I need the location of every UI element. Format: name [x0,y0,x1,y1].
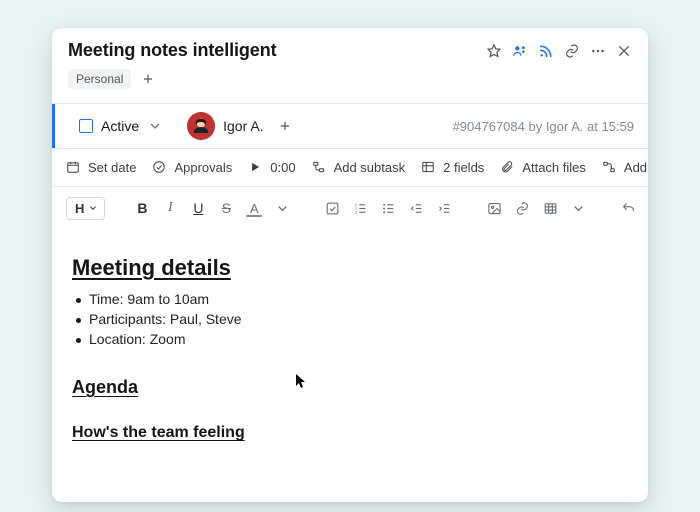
strike-button[interactable]: S [213,195,239,221]
play-icon [248,160,264,176]
fields-icon [421,160,437,176]
approvals-button[interactable]: Approvals [152,160,232,176]
people-icon[interactable] [512,43,528,59]
status-selector[interactable]: Active [69,113,173,139]
more-icon[interactable] [590,43,606,59]
approvals-label: Approvals [174,160,232,175]
redo-button[interactable] [643,195,648,221]
doc-heading-2[interactable]: Agenda [72,377,628,398]
checklist-button[interactable] [319,195,345,221]
attach-label: Attach files [522,160,586,175]
set-date-label: Set date [88,160,136,175]
approvals-icon [152,160,168,176]
task-meta: #904767084 by Igor A. at 15:59 [453,119,634,134]
add-subtask-button[interactable]: Add subtask [312,160,406,176]
assignee-name[interactable]: Igor A. [223,118,263,134]
status-checkbox[interactable] [79,119,93,133]
undo-button[interactable] [615,195,641,221]
assignee-avatar[interactable] [187,112,215,140]
doc-heading-3[interactable]: How's the team feeling [72,424,628,442]
add-dependency-button[interactable]: Add dependency [602,160,648,176]
ordered-list-button[interactable]: 123 [347,195,373,221]
list-group: 123 [319,195,457,221]
list-item: Time: 9am to 10am [72,291,628,307]
add-subtask-label: Add subtask [334,160,406,175]
star-icon[interactable] [486,43,502,59]
bullet-list-button[interactable] [375,195,401,221]
fields-label: 2 fields [443,160,484,175]
heading-select[interactable]: H [66,197,105,220]
chevron-down-icon [147,118,163,134]
page-title[interactable]: Meeting notes intelligent [68,40,486,61]
rss-icon[interactable] [538,43,554,59]
text-color-button[interactable]: A [241,195,267,221]
list-item: Location: Zoom [72,331,628,347]
timer-value: 0:00 [270,160,295,175]
table-chevron[interactable] [565,195,591,221]
calendar-icon [66,160,82,176]
card-header: Meeting notes intelligent [52,28,648,61]
add-dependency-label: Add dependency [624,160,648,175]
attach-files-button[interactable]: Attach files [500,160,586,176]
insert-group [481,195,591,221]
list-item: Participants: Paul, Steve [72,311,628,327]
task-card: Meeting notes intelligent Personal [52,28,648,502]
image-button[interactable] [481,195,507,221]
richtext-toolbar: H B I U S A 123 [52,187,648,229]
bold-button[interactable]: B [129,195,155,221]
add-tag-button[interactable] [139,70,157,88]
underline-button[interactable]: U [185,195,211,221]
set-date-button[interactable]: Set date [66,160,136,176]
svg-text:3: 3 [355,210,357,214]
close-icon[interactable] [616,43,632,59]
dependency-icon [602,160,618,176]
text-color-chevron[interactable] [269,195,295,221]
document-body[interactable]: Meeting details Time: 9am to 10am Partic… [52,229,648,442]
doc-heading-1[interactable]: Meeting details [72,255,628,281]
link-icon[interactable] [564,43,580,59]
status-accent [52,104,55,148]
outdent-button[interactable] [403,195,429,221]
doc-bullets[interactable]: Time: 9am to 10am Participants: Paul, St… [72,291,628,347]
status-bar: Active Igor A. #904767084 by Igor A. at … [52,103,648,149]
secondary-toolbar: Set date Approvals 0:00 Add subtask 2 fi… [52,149,648,187]
italic-button[interactable]: I [157,195,183,221]
header-actions [486,43,632,59]
tags-row: Personal [52,61,648,103]
table-button[interactable] [537,195,563,221]
tag-chip[interactable]: Personal [68,69,131,89]
indent-button[interactable] [431,195,457,221]
heading-label: H [75,201,84,216]
fields-button[interactable]: 2 fields [421,160,484,176]
subtask-icon [312,160,328,176]
status-label: Active [101,118,139,134]
add-assignee-button[interactable] [276,117,294,135]
timer-button[interactable]: 0:00 [248,160,295,176]
insert-link-button[interactable] [509,195,535,221]
history-group [615,195,648,221]
text-style-group: B I U S A [129,195,295,221]
attach-icon [500,160,516,176]
